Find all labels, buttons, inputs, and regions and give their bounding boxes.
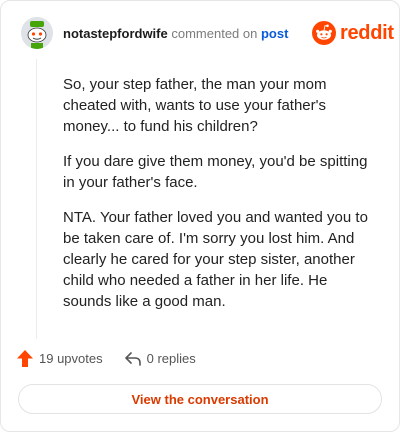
username-link[interactable]: notastepfordwife bbox=[63, 26, 168, 41]
action-text: commented on bbox=[171, 26, 258, 41]
comment-actions: 19 upvotes 0 replies bbox=[17, 350, 218, 367]
comment-paragraph: NTA. Your father loved you and wanted yo… bbox=[63, 209, 368, 310]
snoo-avatar-icon bbox=[21, 17, 53, 49]
reddit-logo-icon bbox=[312, 21, 336, 45]
upvote-arrow-icon bbox=[17, 350, 33, 367]
view-conversation-button[interactable]: View the conversation bbox=[18, 384, 382, 414]
brand-wordmark: reddit bbox=[340, 21, 394, 44]
reddit-brand[interactable]: reddit bbox=[312, 21, 394, 45]
post-link[interactable]: post bbox=[261, 26, 288, 41]
reply-button[interactable]: 0 replies bbox=[124, 351, 196, 366]
upvote-count: 19 upvotes bbox=[39, 351, 103, 366]
comment-header: notastepfordwife commented on post bbox=[63, 26, 288, 42]
reply-arrow-icon bbox=[124, 351, 141, 366]
comment-card: notastepfordwife commented on post reddi… bbox=[0, 0, 400, 432]
upvote-button[interactable]: 19 upvotes bbox=[17, 350, 103, 367]
reply-count: 0 replies bbox=[146, 351, 196, 366]
avatar[interactable] bbox=[21, 17, 53, 49]
comment-paragraph: So, your step father, the man your mom c… bbox=[63, 76, 327, 135]
comment-body: So, your step father, the man your mom c… bbox=[63, 74, 379, 326]
comment-paragraph: If you dare give them money, you'd be sp… bbox=[63, 153, 368, 191]
thread-line bbox=[36, 59, 37, 339]
